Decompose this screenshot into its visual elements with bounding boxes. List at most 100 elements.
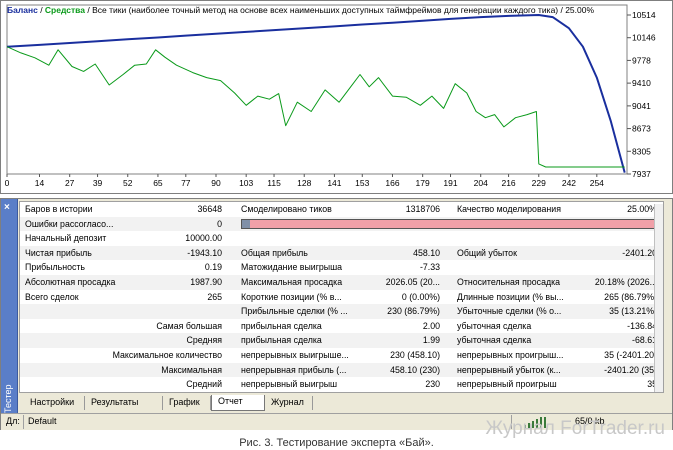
- report-row: Чистая прибыль -1943.10 Общая прибыль 458.1…: [20, 245, 663, 261]
- report-cell-c3l: непрерывный проигрыш: [457, 379, 557, 390]
- report-row: Прибыльность 0.19 Матожидание выигрыша -7.3…: [20, 260, 663, 275]
- report-cell-c3v: 35 (-2401.20): [604, 350, 657, 360]
- report-cell-c3l: непрерывных проигрыш...: [457, 350, 564, 360]
- y-tick-label: 9778: [632, 55, 651, 65]
- report-cell-c1v: 0.19: [204, 262, 222, 273]
- x-tick-label: 90: [211, 178, 221, 188]
- legend-equity: Средства: [44, 5, 85, 15]
- report-cell-c2v: 230 (458.10): [390, 350, 440, 360]
- report-cell-c1v: 0: [217, 218, 222, 229]
- figure-caption: Рис. 3. Тестирование эксперта «Бай».: [239, 437, 434, 449]
- report-cell-c2v: 230: [425, 379, 440, 390]
- report-cell-c3v: 265 (86.79%): [604, 291, 657, 302]
- report-row: Прибыльные сделки (% ... 230 (86.79%) Убыт…: [20, 304, 663, 319]
- report-row: Баров в истории 36648 Смоделировано тиков 1…: [20, 202, 663, 217]
- tab-0[interactable]: Настройки: [24, 396, 85, 410]
- report-cell-c3l: убыточная сделка: [457, 320, 532, 331]
- x-tick-label: 204: [474, 178, 488, 188]
- x-tick-label: 179: [416, 178, 430, 188]
- tester-side-strip: × Тестер: [1, 199, 18, 429]
- report-cell-c3v: -68.61: [632, 335, 657, 346]
- report-cell-c3l: Относительная просадка: [457, 277, 561, 287]
- y-tick-label: 8673: [632, 124, 651, 134]
- y-tick-label: 8305: [632, 146, 651, 156]
- report-cell-c1l: Ошибки рассогласо...: [25, 218, 114, 229]
- report-cell-c2v: 2.00: [422, 320, 440, 331]
- report-cell-c2l: Смоделировано тиков: [241, 204, 332, 214]
- quality-bar-fill: [242, 219, 250, 228]
- report-cell-c3v: 35 (13.21%): [609, 306, 657, 317]
- tab-3[interactable]: Отчет: [211, 395, 265, 411]
- plot-frame: [6, 4, 628, 175]
- report-cell-c1l: Абсолютная просадка: [25, 277, 116, 287]
- report-cell-c3v: -2401.20: [622, 247, 657, 258]
- report-row: Начальный депозит 10000.00: [20, 231, 663, 246]
- x-tick-label: 166: [385, 178, 399, 188]
- tab-1[interactable]: Результаты: [85, 396, 163, 410]
- status-profile: Default: [28, 416, 57, 426]
- tab-4[interactable]: Журнал: [265, 396, 313, 410]
- tab-2[interactable]: График: [163, 396, 211, 410]
- report-cell-c2l: прибыльная сделка: [241, 320, 322, 331]
- x-tick-label: 115: [267, 178, 281, 188]
- page: Баланс / Средства / Все тики (наиболее т…: [0, 0, 673, 450]
- tester-panel: × Тестер Баров в истории 36648 Смоделирова…: [0, 198, 673, 430]
- y-tick-label: 9041: [632, 101, 651, 111]
- report-cell-c1v: Максимальное количество: [112, 350, 222, 360]
- report-cell-c2v: 230 (86.79%): [387, 306, 440, 317]
- report-cell-c2v: 1.99: [422, 335, 440, 346]
- report-cell-c3l: Длинные позиции (% вы...: [457, 291, 564, 302]
- report-row: Максимальное количество непрерывных выигр…: [20, 348, 663, 363]
- report-cell-c2l: непрерывная прибыль (...: [241, 364, 347, 375]
- legend-description: / Все тики (наиболее точный метод на осн…: [85, 5, 595, 15]
- report-cell-c1l: Начальный депозит: [25, 233, 107, 244]
- report-cell-c2l: непрерывных выигрыше...: [241, 350, 349, 360]
- x-tick-label: 65: [153, 178, 163, 188]
- report-cell-c1v: 10000.00: [185, 233, 222, 244]
- report-cell-c1l: Чистая прибыль: [25, 247, 92, 258]
- report-cell-c3l: Качество моделирования: [457, 204, 561, 214]
- y-tick-label: 10146: [632, 33, 656, 43]
- x-tick-label: 14: [35, 178, 45, 188]
- report-cell-c2v: 1318706: [405, 204, 440, 214]
- series-line-0: [6, 14, 626, 173]
- x-tick-label: 191: [443, 178, 457, 188]
- report-cell-c1v: 1987.90: [190, 277, 222, 287]
- x-tick-label: 242: [562, 178, 576, 188]
- modeling-quality-bar: [241, 218, 661, 229]
- report-cell-c1v: 36648: [197, 204, 222, 214]
- chart-legend: Баланс / Средства / Все тики (наиболее т…: [7, 5, 594, 15]
- x-tick-label: 27: [65, 178, 75, 188]
- report-cell-c3l: Общий убыток: [457, 247, 517, 258]
- report-cell-c3v: -2401.20 (35): [604, 364, 657, 375]
- report-cell-c2v: 458.10 (230): [390, 364, 440, 375]
- report-scrollbar[interactable]: [654, 204, 663, 392]
- report-cell-c1v: Максимальная: [161, 364, 222, 375]
- close-icon[interactable]: ×: [4, 202, 10, 213]
- report-cell-c2v: 2026.05 (20...: [385, 277, 440, 287]
- report-cell-c2l: Короткие позиции (% в...: [241, 291, 342, 302]
- report-cell-c1v: Средний: [186, 379, 222, 390]
- report-cell-c3l: непрерывный убыток (к...: [457, 364, 561, 375]
- x-tick-label: 141: [327, 178, 341, 188]
- equity-chart: Баланс / Средства / Все тики (наиболее т…: [0, 0, 673, 194]
- tester-side-label: Тестер: [3, 375, 15, 415]
- report-cell-c3l: убыточная сделка: [457, 335, 532, 346]
- legend-balance: Баланс: [7, 5, 38, 15]
- report-cell-c3l: Убыточные сделки (% о...: [457, 306, 562, 317]
- report-cell-c3v: 35: [647, 379, 657, 390]
- report-table: Баров в истории 36648 Смоделировано тиков 1…: [19, 201, 664, 393]
- legend-separator: /: [37, 5, 45, 15]
- report-cell-c2l: непрерывный выигрыш: [241, 379, 338, 390]
- report-cell-c1v: -1943.10: [187, 247, 222, 258]
- report-cell-c2l: Прибыльные сделки (% ...: [241, 306, 348, 317]
- report-cell-c1l: Баров в истории: [25, 204, 93, 214]
- report-cell-c1v: 265: [207, 291, 222, 302]
- report-cell-c2l: прибыльная сделка: [241, 335, 322, 346]
- report-row: Средняя прибыльная сделка 1.99 убыточная сд…: [20, 333, 663, 348]
- x-tick-label: 103: [239, 178, 253, 188]
- report-row: Абсолютная просадка 1987.90 Максимальная п…: [20, 275, 663, 290]
- chart-canvas: 10514 10146 9778 9410 9041 8673 8305 7937 0 14 27 3…: [5, 4, 656, 188]
- report-row: Всего сделок 265 Короткие позиции (% в... 0…: [20, 290, 663, 305]
- report-cell-c3v: 25.00%: [627, 204, 657, 214]
